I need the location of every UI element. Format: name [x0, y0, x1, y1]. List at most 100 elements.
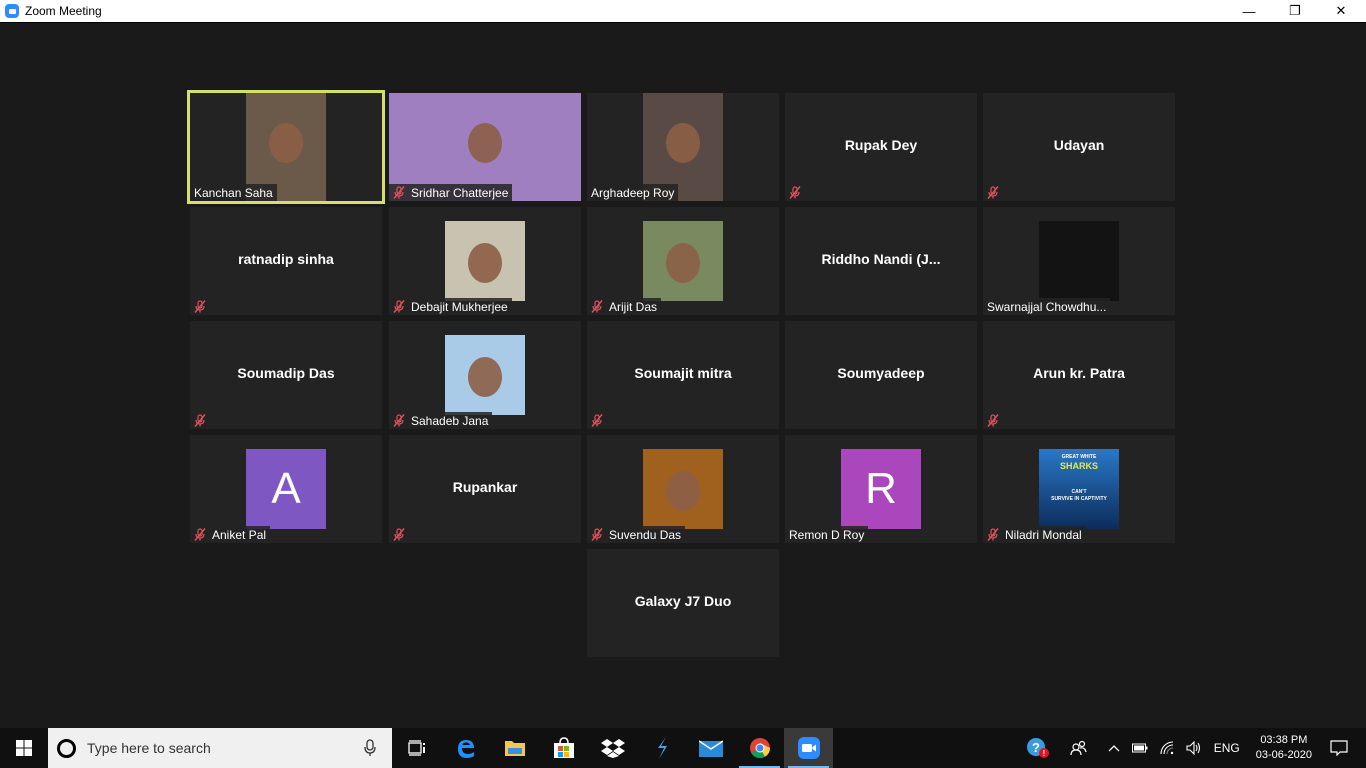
muted-mic-icon	[591, 300, 603, 313]
system-tray: ?! ENG 03:38 PM 03-06-2020	[1020, 728, 1366, 768]
participant-tile[interactable]: Udayan	[983, 93, 1175, 201]
participant-name: Suvendu Das	[609, 527, 682, 542]
task-view-button[interactable]	[392, 728, 441, 768]
minimize-button[interactable]: —	[1226, 0, 1272, 22]
muted-mic-icon	[987, 414, 999, 427]
participant-tile[interactable]: Soumadip Das	[190, 321, 382, 429]
gallery-view: Kanchan Saha Sridhar Chatterjee Arghadeep …	[0, 23, 1366, 728]
people-button[interactable]	[1070, 740, 1088, 756]
profile-picture	[445, 335, 525, 415]
mail-icon	[698, 740, 723, 757]
clock[interactable]: 03:38 PM 03-06-2020	[1256, 733, 1312, 763]
muted-mic-icon	[591, 528, 603, 541]
profile-picture	[643, 221, 723, 301]
participant-name: Swarnajjal Chowdhu...	[987, 299, 1107, 314]
avatar-initial: R	[841, 449, 921, 529]
speaker-icon	[1186, 741, 1200, 755]
microphone-icon[interactable]	[364, 739, 376, 757]
participant-label: Remon D Roy	[785, 526, 869, 543]
action-center-button[interactable]	[1330, 740, 1348, 756]
battery-icon	[1131, 743, 1148, 753]
participant-tile[interactable]: Sridhar Chatterjee	[389, 93, 581, 201]
edge-icon	[457, 740, 474, 758]
participant-tile[interactable]: R Remon D Roy	[785, 435, 977, 543]
participant-tile[interactable]: Sahadeb Jana	[389, 321, 581, 429]
chevron-up-icon	[1108, 745, 1120, 752]
windows-logo-icon	[16, 740, 32, 756]
people-icon	[1070, 740, 1087, 756]
edge-button[interactable]	[441, 728, 490, 768]
file-explorer-button[interactable]	[490, 728, 539, 768]
close-button[interactable]: ✕	[1318, 0, 1364, 22]
participant-label: Sridhar Chatterjee	[389, 184, 513, 201]
participant-tile[interactable]: ratnadip sinha	[190, 207, 382, 315]
arrow-app-icon	[657, 737, 667, 759]
participant-label	[190, 298, 210, 315]
participant-label	[389, 526, 409, 543]
participant-tile[interactable]: Galaxy J7 Duo	[587, 549, 779, 657]
dropbox-icon	[600, 739, 625, 758]
start-button[interactable]	[0, 728, 48, 768]
participant-name: Arghadeep Roy	[591, 185, 675, 200]
participant-display-name: Soumajit mitra	[634, 365, 732, 381]
participant-label	[983, 184, 1003, 201]
search-box[interactable]: Type here to search	[48, 728, 392, 768]
profile-picture	[445, 221, 525, 301]
participant-name: Remon D Roy	[789, 527, 865, 542]
network-button[interactable]	[1160, 741, 1174, 755]
muted-mic-icon	[393, 300, 405, 313]
participant-label: Swarnajjal Chowdhu...	[983, 298, 1111, 315]
participant-tile[interactable]: Arijit Das	[587, 207, 779, 315]
participant-tile[interactable]: GREAT WHITE SHARKS CAN'T SURVIVE IN CAPTIVI…	[983, 435, 1175, 543]
participant-tile[interactable]: Rupankar	[389, 435, 581, 543]
person-silhouette	[666, 123, 700, 164]
show-hidden-icons-button[interactable]	[1108, 744, 1120, 752]
zoom-taskbar-button[interactable]	[784, 728, 833, 768]
profile-picture	[1039, 221, 1119, 301]
mail-button[interactable]	[686, 728, 735, 768]
person-silhouette	[269, 123, 303, 164]
participant-label	[190, 412, 210, 429]
volume-button[interactable]	[1186, 741, 1202, 755]
participant-tile[interactable]: Rupak Dey	[785, 93, 977, 201]
language-indicator[interactable]: ENG	[1214, 741, 1240, 755]
participant-tile[interactable]: A Aniket Pal	[190, 435, 382, 543]
person-silhouette	[666, 471, 700, 512]
photo-caption: GREAT WHITE	[1061, 454, 1097, 460]
participant-label: Sahadeb Jana	[389, 412, 493, 429]
profile-picture	[643, 449, 723, 529]
participant-tile[interactable]: Arghadeep Roy	[587, 93, 779, 201]
participant-tile[interactable]: Soumajit mitra	[587, 321, 779, 429]
muted-mic-icon	[393, 186, 405, 199]
participant-tile[interactable]: Swarnajjal Chowdhu...	[983, 207, 1175, 315]
participant-display-name: Rupankar	[452, 479, 518, 495]
zoom-app-icon	[5, 4, 19, 18]
participant-tile[interactable]: Arun kr. Patra	[983, 321, 1175, 429]
muted-mic-icon	[987, 186, 999, 199]
profile-picture: GREAT WHITE SHARKS CAN'T SURVIVE IN CAPTIVI…	[1039, 449, 1119, 529]
participant-tile[interactable]: Kanchan Saha	[187, 90, 385, 204]
participant-display-name: Galaxy J7 Duo	[634, 593, 732, 609]
participant-display-name: Soumadip Das	[237, 365, 335, 381]
participant-tile[interactable]: Riddho Nandi (J...	[785, 207, 977, 315]
participant-tile[interactable]: Soumyadeep	[785, 321, 977, 429]
participant-tile[interactable]: Debajit Mukherjee	[389, 207, 581, 315]
clock-date: 03-06-2020	[1255, 749, 1312, 761]
battery-button[interactable]	[1131, 743, 1148, 753]
muted-mic-icon	[194, 528, 206, 541]
app-button[interactable]	[637, 728, 686, 768]
chrome-button[interactable]	[735, 728, 784, 768]
svg-text:!: !	[1042, 749, 1045, 758]
dropbox-button[interactable]	[588, 728, 637, 768]
photo-caption: SURVIVE IN CAPTIVITY	[1051, 496, 1107, 502]
participant-display-name: Rupak Dey	[844, 137, 918, 153]
store-button[interactable]	[539, 728, 588, 768]
participant-name: Sahadeb Jana	[411, 413, 489, 428]
help-tray-button[interactable]: ?!	[1026, 737, 1050, 759]
task-view-icon	[407, 740, 425, 756]
wifi-icon	[1160, 741, 1173, 755]
participant-tile[interactable]: Suvendu Das	[587, 435, 779, 543]
muted-mic-icon	[194, 414, 206, 427]
muted-mic-icon	[393, 414, 405, 427]
restore-button[interactable]: ❐	[1272, 0, 1318, 22]
